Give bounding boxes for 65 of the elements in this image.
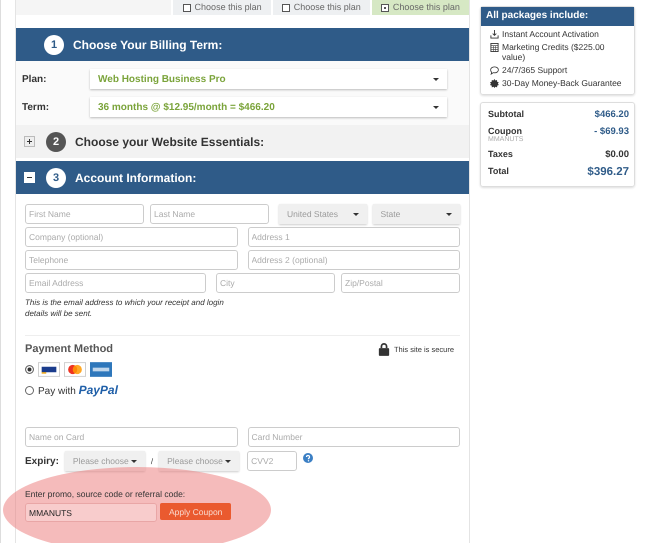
input-field[interactable]: CVV2 [247,451,298,471]
section-title: Choose Your Billing Term: [73,38,222,52]
promo-field[interactable]: MMANUTS [25,503,157,522]
input-field[interactable]: Card Number [248,427,460,447]
summary-value: - $69.93 [594,126,629,137]
feature-text: Instant Account Activation [502,29,599,39]
input-field[interactable]: First Name [25,204,144,224]
section-title: Choose your Website Essentials: [75,134,264,148]
dropdown[interactable]: Please choose [64,451,145,471]
badge-icon [490,79,499,88]
summary-label: Taxes [488,149,513,159]
dropdown[interactable]: Please choose [159,451,240,471]
input-field[interactable]: Company (optional) [25,227,238,247]
step-number: 3 [46,168,66,188]
card-icon [90,362,112,377]
input-field[interactable]: Last Name [150,204,269,224]
dropdown[interactable]: Web Hosting Business Pro [90,69,447,89]
email-note: This is the email address to which your receipt and login details will be sent. [25,297,225,319]
payment-title: Payment Method [25,343,114,355]
dropdown[interactable]: 36 months @ $12.95/month = $466.20 [90,97,447,117]
summary-label: Coupon [488,126,523,136]
feature-text: Marketing Credits ($225.00 value) [502,42,606,62]
plan-tab[interactable]: Choose this plan [171,0,271,15]
input-field[interactable]: Email Address [25,273,206,293]
input-field[interactable]: Zip/Postal [341,273,460,293]
paypal-option: Pay with PayPal [38,383,118,397]
plan-tab[interactable]: Choose this plan [370,0,469,15]
card-icon [64,362,86,377]
summary-label: Subtotal [488,109,524,119]
plan-tab[interactable]: Choose this plan [270,0,370,15]
section-header[interactable]: 2 Choose your Website Essentials: [16,125,469,158]
summary-value: $0.00 [605,149,629,160]
speech-bubble-icon [490,66,499,75]
section-header[interactable]: 3 Account Information: [16,161,469,194]
dropdown[interactable]: United States [279,204,366,224]
summary-label: Total [488,166,509,176]
collapse-icon[interactable] [24,172,35,183]
input-field[interactable]: Address 1 [248,227,460,247]
field-label: Plan: [22,74,48,84]
help-icon[interactable] [303,453,314,463]
panel-title: All packages include: [481,7,634,26]
section-title: Account Information: [75,170,196,184]
expiry-label: Expiry: [25,456,59,466]
summary-value: $396.27 [587,166,629,178]
calculator-icon [490,43,499,52]
radio-button[interactable] [25,365,34,374]
dropdown[interactable]: State [372,204,460,224]
input-field[interactable]: Name on Card [25,427,238,447]
step-number: 2 [46,132,66,152]
promo-label: Enter promo, source code or referral code: [25,489,186,499]
separator: / [150,456,154,466]
feature-text: 24/7/365 Support [502,65,568,75]
feature-text: 30-Day Money-Back Guarantee [502,78,622,88]
download-icon [490,30,499,39]
expand-icon[interactable] [24,136,35,147]
apply-coupon-button[interactable]: Apply Coupon [160,503,232,520]
card-icon [38,362,60,377]
summary-value: $466.20 [594,109,629,120]
input-field[interactable]: City [216,273,335,293]
input-field[interactable]: Address 2 (optional) [248,250,460,270]
step-number: 1 [44,34,64,54]
lock-icon [378,342,390,356]
field-label: Term: [22,102,50,112]
radio-button[interactable] [25,386,34,394]
input-field[interactable]: Telephone [25,250,238,270]
